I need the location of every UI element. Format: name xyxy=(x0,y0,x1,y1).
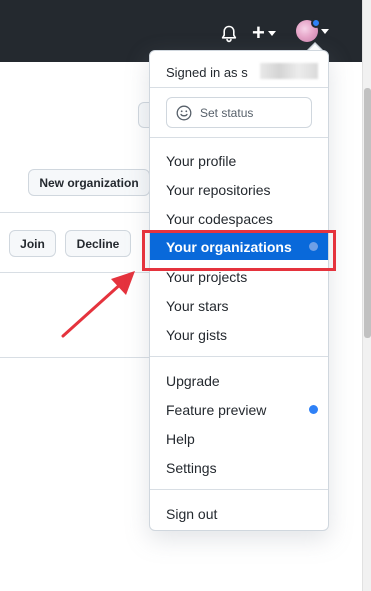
menu-item-your-profile[interactable]: Your profile xyxy=(166,153,236,169)
user-dropdown-menu: Signed in as s Set status Your profile Y… xyxy=(149,50,329,531)
plus-icon: + xyxy=(252,20,265,45)
page-scrollbar[interactable] xyxy=(362,0,371,591)
signed-in-label: Signed in as s xyxy=(166,65,248,80)
chevron-down-icon xyxy=(321,28,329,34)
username-redacted xyxy=(260,63,318,79)
menu-item-your-codespaces[interactable]: Your codespaces xyxy=(166,211,273,227)
menu-item-your-projects[interactable]: Your projects xyxy=(166,269,247,285)
divider xyxy=(0,357,150,358)
menu-divider xyxy=(150,489,328,490)
set-status-label: Set status xyxy=(200,105,254,120)
menu-item-upgrade[interactable]: Upgrade xyxy=(166,373,220,389)
menu-item-your-repositories[interactable]: Your repositories xyxy=(166,182,271,198)
set-status-button[interactable]: Set status xyxy=(166,97,312,128)
annotation-highlight-box xyxy=(142,230,336,271)
menu-item-feature-preview[interactable]: Feature preview xyxy=(166,402,266,418)
create-new-button[interactable]: + xyxy=(252,22,276,44)
divider xyxy=(0,212,150,213)
menu-divider xyxy=(150,137,328,138)
notification-dot xyxy=(311,18,321,28)
avatar xyxy=(296,18,321,42)
smiley-icon xyxy=(176,105,192,120)
chevron-down-icon xyxy=(267,30,276,36)
menu-divider xyxy=(150,356,328,357)
bell-icon[interactable] xyxy=(219,24,239,44)
annotation-arrow xyxy=(61,271,135,338)
user-menu-button[interactable] xyxy=(296,18,329,42)
menu-divider xyxy=(150,87,328,88)
join-button[interactable]: Join xyxy=(9,230,56,257)
menu-item-sign-out[interactable]: Sign out xyxy=(166,506,217,522)
menu-item-help[interactable]: Help xyxy=(166,431,195,447)
menu-item-your-stars[interactable]: Your stars xyxy=(166,298,229,314)
menu-item-your-gists[interactable]: Your gists xyxy=(166,327,227,343)
new-organization-button[interactable]: New organization xyxy=(28,169,150,196)
menu-item-settings[interactable]: Settings xyxy=(166,460,217,476)
decline-button[interactable]: Decline xyxy=(65,230,131,257)
new-indicator-dot xyxy=(309,405,318,414)
scrollbar-thumb[interactable] xyxy=(364,88,371,338)
